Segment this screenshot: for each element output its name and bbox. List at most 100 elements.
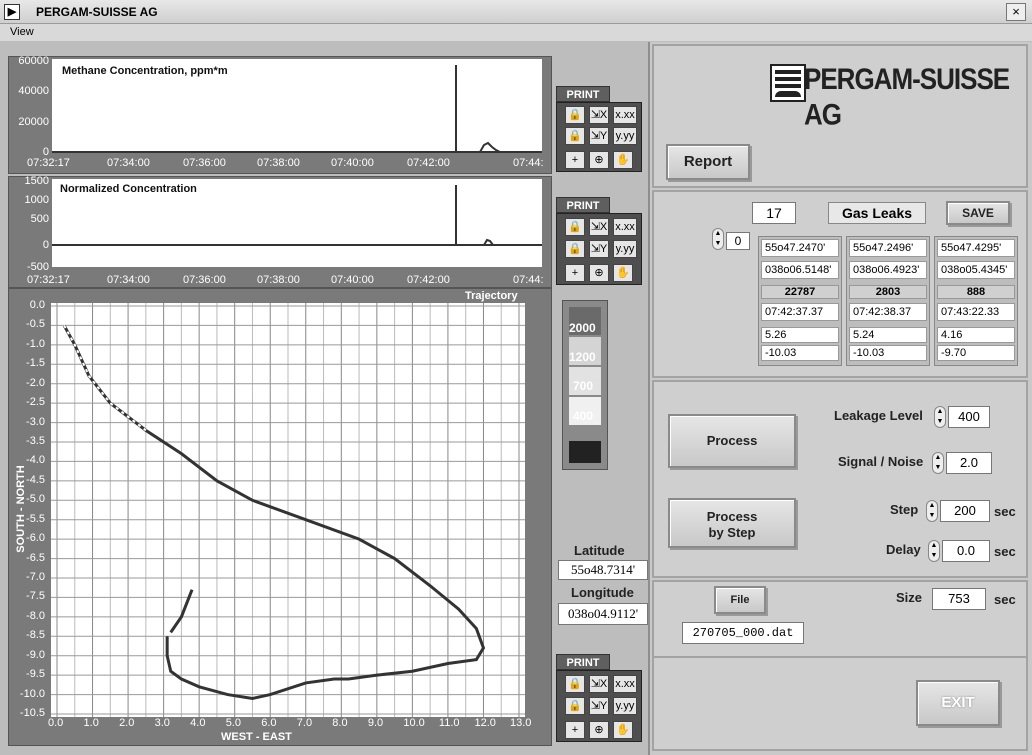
delay-input[interactable]: 0.0 [942,540,990,562]
step-input[interactable]: 200 [940,500,990,522]
color-swatch [569,441,601,463]
delay-spinner-icon[interactable]: ▲ ▼ [928,540,940,562]
y-tick: -2.5 [26,396,45,409]
leak-lon: 038o06.4923' [849,261,927,279]
graph-tools-1: 🔒 ⇲X x.xx 🔒 ⇲Y y.yy + ⊕ ✋ [556,102,642,172]
step-spinner-icon[interactable]: ▲ ▼ [926,500,938,522]
x-format-icon[interactable]: x.xx [613,218,637,236]
file-button[interactable]: File [714,586,766,614]
sn-spinner-icon[interactable]: ▲ ▼ [932,452,944,474]
y-tick: 0 [42,239,49,251]
y-tick: -7.0 [26,571,45,583]
x-tick: 07:42:00 [407,157,450,169]
x-tick: 6.0 [261,717,277,729]
y-scale-icon[interactable]: ⇲Y [589,697,609,715]
x-tick: 07:44: [513,157,544,169]
trajectory-plot-area[interactable] [51,303,525,717]
hand-icon[interactable]: ✋ [613,721,633,739]
x-tick: 4.0 [190,717,206,729]
exit-button[interactable]: EXIT [916,680,1000,726]
y-scale-icon[interactable]: ⇲Y [589,240,609,258]
trajectory-xlabel: WEST - EAST [221,731,292,743]
signal-noise-input[interactable]: 2.0 [946,452,992,474]
x-tick: 1.0 [83,717,99,729]
y-tick: 40000 [18,85,49,97]
brand-name: PERGAM-SUISSE AG [804,61,1010,132]
y-tick: -3.0 [26,415,45,428]
x-tick: 12.0 [474,717,496,729]
leak-time: 07:42:37.37 [761,303,839,321]
leak-lat: 55o47.4295' [937,239,1015,257]
y-tick: 0.0 [29,299,45,311]
x-scale-icon[interactable]: ⇲X [589,218,609,236]
leak-value: 22787 [761,285,839,299]
print-button-3[interactable]: PRINT [556,654,610,670]
size-label: Size [896,590,923,605]
leakage-spinner-icon[interactable]: ▲ ▼ [934,406,946,428]
zoom-icon[interactable]: ⊕ [589,264,609,282]
hand-icon[interactable]: ✋ [613,151,633,169]
x-scale-icon[interactable]: ⇲X [589,675,609,693]
cursor-icon[interactable]: + [565,264,585,282]
y-format-icon[interactable]: y.yy [613,697,637,715]
y-tick: -10.5 [19,707,45,719]
lock-icon[interactable]: 🔒 [565,697,585,715]
y-format-icon[interactable]: y.yy [613,127,637,145]
y-scale-icon[interactable]: ⇲Y [589,127,609,145]
menu-bar: View [0,24,1032,42]
step-unit: sec [994,504,1016,519]
y-tick: -7.5 [26,590,45,603]
y-tick: -8.0 [26,609,45,622]
color-scale-tick: 400 [573,409,594,423]
leak-column: 55o47.2496' 038o06.4923' 2803 07:42:38.37 5.… [846,236,930,366]
print-button-1[interactable]: PRINT [556,86,610,102]
x-tick: 07:32:17 [27,157,70,169]
leakage-level-input[interactable]: 400 [948,406,990,428]
index-spinner-icon[interactable]: ▲ ▼ [712,228,724,250]
x-tick: 13.0 [510,717,532,729]
close-button[interactable]: × [1006,3,1026,21]
methane-plot-area[interactable]: Methane Concentration, ppm*m [52,59,542,153]
hand-icon[interactable]: ✋ [613,264,633,282]
lock-icon[interactable]: 🔒 [565,218,585,236]
normalized-plot-area[interactable]: Normalized Concentration [52,179,542,267]
lock-icon[interactable]: 🔒 [565,127,585,145]
leak-index[interactable]: 0 [726,232,750,250]
normalized-graph-label: Normalized Concentration [60,183,197,195]
x-tick: 07:34:00 [107,157,150,169]
x-tick: 07:32:17 [27,274,70,286]
lock-icon[interactable]: 🔒 [565,106,585,124]
x-format-icon[interactable]: x.xx [613,106,637,124]
leak-column: 55o47.2470' 038o06.5148' 22787 07:42:37.37 5… [758,236,842,366]
save-button[interactable]: SAVE [946,201,1010,225]
cursor-icon[interactable]: + [565,151,585,169]
report-button[interactable]: Report [666,144,750,180]
x-tick: 07:40:00 [331,274,374,286]
lock-icon[interactable]: 🔒 [565,675,585,693]
menu-view[interactable]: View [10,26,34,38]
x-tick: 07:44: [513,274,544,286]
step-label: Step [890,502,919,517]
print-button-2[interactable]: PRINT [556,197,610,213]
process-step-line2: by Step [708,525,756,540]
leak-a: 5.24 [849,327,927,343]
x-tick: 10.0 [403,717,425,729]
gas-leaks-panel: 17 Gas Leaks SAVE ▲ ▼ 0 55o47.2470' 038o06… [652,190,1028,378]
process-button[interactable]: Process [668,414,796,468]
process-by-step-button[interactable]: Process by Step [668,498,796,548]
x-format-icon[interactable]: x.xx [613,675,637,693]
signal-noise-label: Signal / Noise [838,454,924,469]
y-tick: -10.0 [19,687,45,700]
lock-icon[interactable]: 🔒 [565,240,585,258]
zoom-icon[interactable]: ⊕ [589,721,609,739]
cursor-icon[interactable]: + [565,721,585,739]
x-tick: 07:34:00 [107,274,150,286]
leak-b: -10.03 [849,345,927,361]
leak-a: 5.26 [761,327,839,343]
zoom-icon[interactable]: ⊕ [589,151,609,169]
y-format-icon[interactable]: y.yy [613,240,637,258]
x-tick: 11.0 [438,717,460,729]
x-scale-icon[interactable]: ⇲X [589,106,609,124]
delay-label: Delay [886,542,921,557]
leak-column: 55o47.4295' 038o05.4345' 888 07:43:22.33 4.1… [934,236,1018,366]
